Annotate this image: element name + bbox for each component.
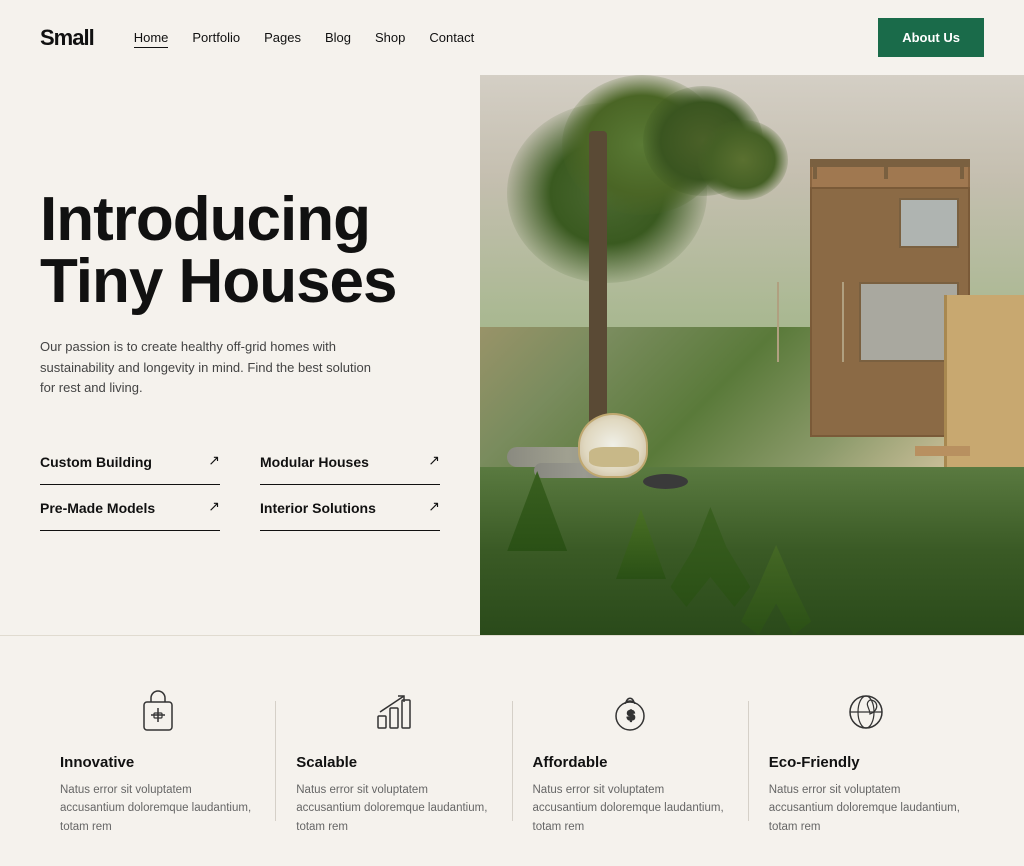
link-label: Interior Solutions [260,500,376,516]
feature-innovative-desc: Natus error sit voluptatem accusantium d… [60,781,255,836]
feature-affordable-title: Affordable [533,754,728,771]
eco-friendly-icon [840,686,892,738]
feature-eco-title: Eco-Friendly [769,754,964,771]
hero-description: Our passion is to create healthy off-gri… [40,337,380,399]
about-button[interactable]: About Us [878,18,984,57]
link-premade-models[interactable]: Pre-Made Models ↗ [40,485,220,531]
feature-affordable-desc: Natus error sit voluptatem accusantium d… [533,781,728,836]
eco-svg [842,688,890,736]
house-scene [480,75,1024,635]
feature-scalable-title: Scalable [296,754,491,771]
link-label: Pre-Made Models [40,500,155,516]
scalable-svg [370,688,418,736]
hero-links: Custom Building ↗ Modular Houses ↗ Pre-M… [40,439,440,531]
affordable-svg: $ [606,688,654,736]
arrow-icon: ↗ [428,453,440,470]
feature-innovative: Innovative Natus error sit voluptatem ac… [40,686,275,836]
logo: Small [40,25,94,51]
feature-eco-friendly: Eco-Friendly Natus error sit voluptatem … [749,686,984,836]
link-custom-building[interactable]: Custom Building ↗ [40,439,220,485]
feature-scalable: Scalable Natus error sit voluptatem accu… [276,686,511,836]
nav-home[interactable]: Home [134,30,169,48]
hero-section: Introducing Tiny Houses Our passion is t… [0,75,1024,635]
feature-eco-desc: Natus error sit voluptatem accusantium d… [769,781,964,836]
feature-affordable: $ Affordable Natus error sit voluptatem … [513,686,748,836]
arrow-icon: ↗ [208,499,220,516]
link-label: Modular Houses [260,454,369,470]
nav-blog[interactable]: Blog [325,30,351,45]
arrow-icon: ↗ [208,453,220,470]
nav-links: Home Portfolio Pages Blog Shop Contact [134,29,879,47]
nav-pages[interactable]: Pages [264,30,301,45]
feature-innovative-title: Innovative [60,754,255,771]
link-label: Custom Building [40,454,152,470]
nav-portfolio[interactable]: Portfolio [192,30,240,45]
link-interior-solutions[interactable]: Interior Solutions ↗ [260,485,440,531]
hero-image [480,75,1024,635]
hero-title: Introducing Tiny Houses [40,189,440,313]
feature-scalable-desc: Natus error sit voluptatem accusantium d… [296,781,491,836]
features-section: Innovative Natus error sit voluptatem ac… [0,635,1024,866]
innovative-icon [132,686,184,738]
link-modular-houses[interactable]: Modular Houses ↗ [260,439,440,485]
nav-shop[interactable]: Shop [375,30,405,45]
hero-content: Introducing Tiny Houses Our passion is t… [0,75,480,635]
scalable-icon [368,686,420,738]
innovative-svg [134,688,182,736]
navbar: Small Home Portfolio Pages Blog Shop Con… [0,0,1024,75]
arrow-icon: ↗ [428,499,440,516]
affordable-icon: $ [604,686,656,738]
svg-text:$: $ [627,707,635,723]
nav-contact[interactable]: Contact [429,30,474,45]
